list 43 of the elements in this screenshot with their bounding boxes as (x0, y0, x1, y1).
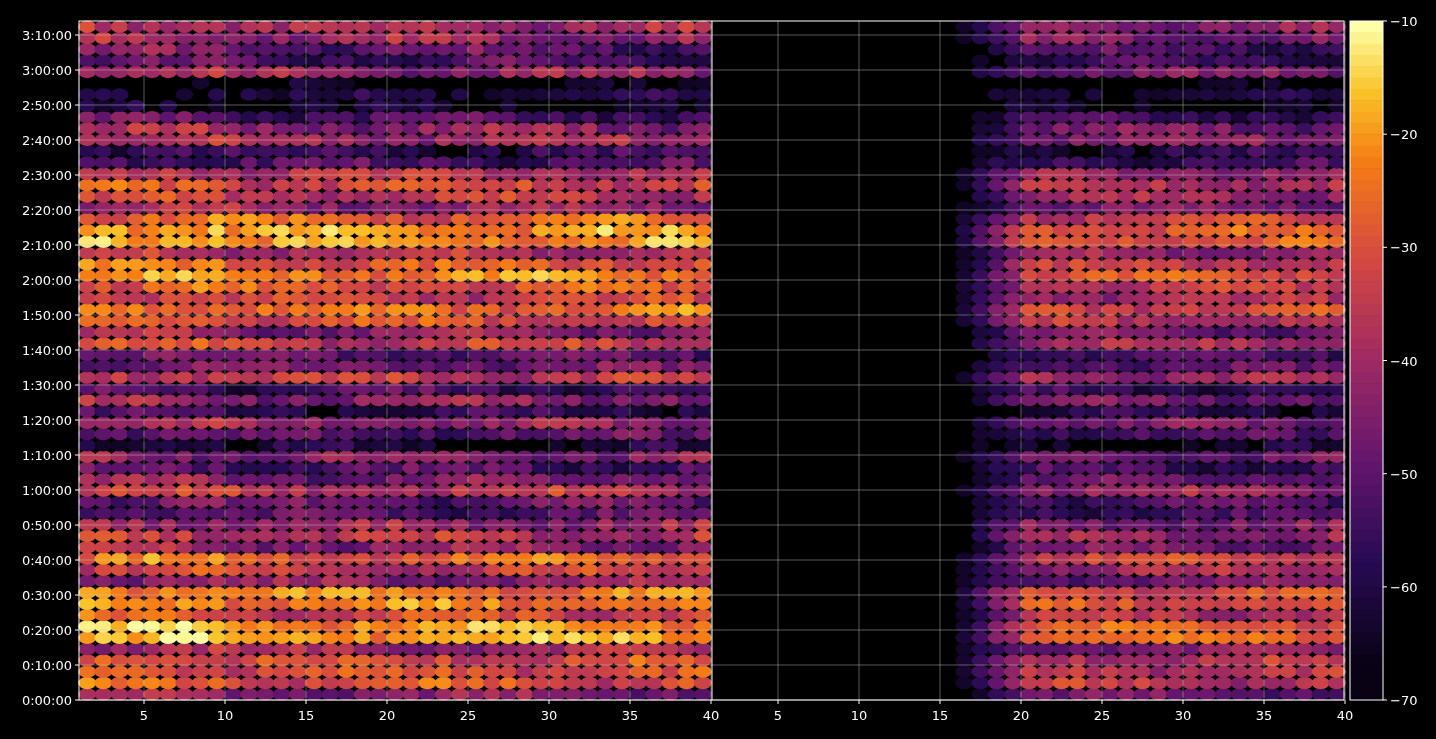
y-axis-tick-label: 2:30:00 (21, 168, 72, 183)
x-axis-tick-label: 25 (459, 708, 477, 723)
x-axis-tick-label: 35 (621, 708, 639, 723)
x-axis-tick-label: 15 (297, 708, 315, 723)
x-axis-tick-label: 40 (1336, 708, 1354, 723)
y-axis-tick-label: 1:20:00 (21, 413, 72, 428)
y-axis-tick-label: 1:30:00 (21, 378, 72, 393)
y-axis-tick-label: 0:00:00 (21, 693, 72, 708)
y-axis-tick-label: 1:50:00 (21, 308, 72, 323)
y-axis-tick-label: 1:40:00 (21, 343, 72, 358)
y-axis-tick-label: 1:00:00 (21, 483, 72, 498)
y-axis-tick-label: 2:10:00 (21, 238, 72, 253)
y-axis-tick-label: 2:00:00 (21, 273, 72, 288)
x-axis-tick-label: 15 (931, 708, 949, 723)
y-axis-tick-label: 2:20:00 (21, 203, 72, 218)
colorbar-tick-label: −50 (1390, 466, 1418, 482)
y-axis-tick-label: 0:40:00 (21, 553, 72, 568)
x-axis-tick-label: 20 (378, 708, 396, 723)
colorbar-tick-label: −30 (1390, 240, 1418, 256)
y-axis-tick-label: 0:30:00 (21, 588, 72, 603)
x-axis-tick-label: 40 (702, 708, 720, 723)
x-axis-tick-label: 20 (1012, 708, 1030, 723)
x-axis-tick-label: 5 (139, 708, 149, 723)
x-axis-tick-label: 5 (773, 708, 783, 723)
x-axis-tick-label: 25 (1093, 708, 1111, 723)
x-axis-tick-label: 35 (1255, 708, 1273, 723)
x-axis-tick-label: 30 (540, 708, 558, 723)
y-axis-tick-label: 0:50:00 (21, 518, 72, 533)
x-axis-tick-label: 10 (216, 708, 234, 723)
colorbar-tick-label: −20 (1390, 127, 1418, 143)
y-axis-tick-label: 3:10:00 (21, 28, 72, 43)
colorbar-tick-label: −70 (1390, 693, 1418, 708)
colorbar-tick-label: −40 (1390, 353, 1418, 369)
y-axis-tick-label: 1:10:00 (21, 448, 72, 463)
y-axis-tick-label: 0:20:00 (21, 623, 72, 638)
x-axis-tick-label: 10 (850, 708, 868, 723)
colorbar-tick-label: −10 (1390, 14, 1418, 29)
y-axis-tick-label: 0:10:00 (21, 658, 72, 673)
y-axis-tick-label: 3:00:00 (21, 63, 72, 78)
y-axis-tick-label: 2:50:00 (21, 98, 72, 113)
y-axis-tick-label: 2:40:00 (21, 133, 72, 148)
x-axis-tick-label: 30 (1174, 708, 1192, 723)
colorbar-tick-label: −60 (1390, 579, 1418, 595)
